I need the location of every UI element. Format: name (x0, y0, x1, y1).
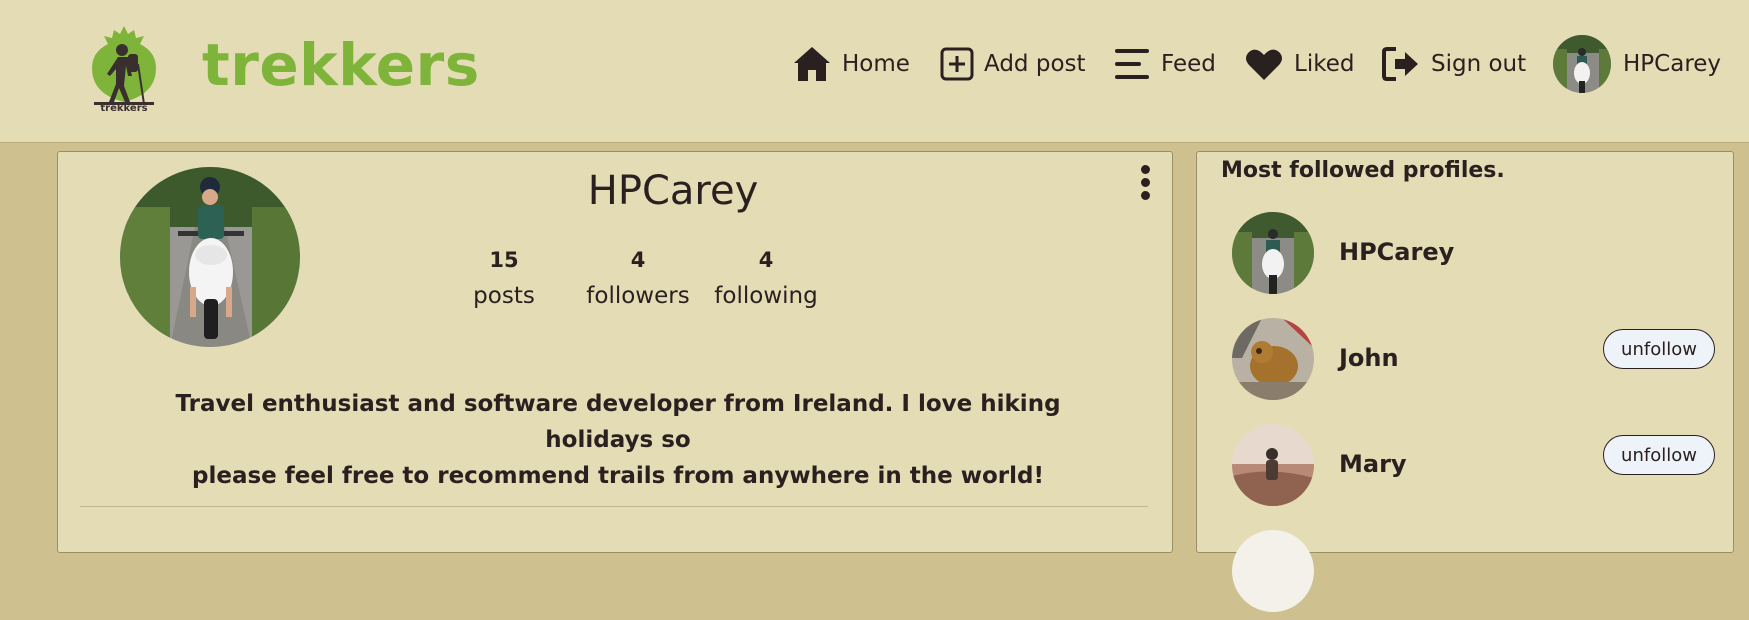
stat-posts: 15 posts (444, 242, 564, 314)
profile-bio-line-1: Travel enthusiast and software developer… (175, 391, 1061, 453)
profile-name[interactable]: Mary (1339, 450, 1407, 478)
user-avatar (1553, 35, 1611, 93)
profile-name[interactable]: John (1339, 344, 1399, 372)
nav-username: HPCarey (1623, 51, 1722, 77)
stat-following-label: following (714, 283, 818, 309)
avatar[interactable] (1232, 212, 1314, 294)
brand-name[interactable]: trekkers (202, 30, 480, 100)
home-icon (794, 47, 830, 81)
divider (80, 506, 1148, 507)
stat-following: 4 following (686, 242, 846, 314)
logo-caption: trekkers (100, 103, 148, 114)
nav-feed[interactable]: Feed (1113, 0, 1216, 128)
sign-out-icon (1382, 47, 1418, 81)
plus-square-icon (940, 47, 974, 81)
nav-user-profile[interactable]: HPCarey (1553, 0, 1721, 128)
avatar[interactable] (1232, 424, 1314, 506)
more-options-icon[interactable] (1138, 165, 1152, 205)
list-item: John unfollow (1197, 318, 1733, 408)
nav-feed-label: Feed (1161, 51, 1216, 77)
nav-liked[interactable]: Liked (1244, 0, 1354, 128)
nav-liked-label: Liked (1294, 51, 1355, 77)
profile-bio-line-2: please feel free to recommend trails fro… (192, 463, 1044, 489)
stat-posts-value: 15 (489, 248, 519, 272)
heart-icon (1246, 49, 1282, 80)
profile-username: HPCarey (587, 168, 759, 214)
list-item: Mary unfollow (1197, 424, 1733, 514)
profile-avatar (120, 167, 300, 347)
profile-card: HPCarey 15 posts 4 followers 4 following… (57, 151, 1173, 553)
profile-bio: Travel enthusiast and software developer… (118, 386, 1118, 494)
stat-following-value: 4 (758, 248, 774, 272)
avatar[interactable] (1232, 530, 1314, 612)
stat-posts-label: posts (473, 283, 535, 309)
profile-name[interactable]: HPCarey (1339, 238, 1454, 266)
list-item: HPCarey (1197, 212, 1733, 302)
nav-sign-out[interactable]: Sign out (1381, 0, 1526, 128)
unfollow-button[interactable]: unfollow (1603, 329, 1715, 369)
avatar[interactable] (1232, 318, 1314, 400)
most-followed-panel: Most followed profiles. HPCarey John unf… (1196, 151, 1734, 612)
nav-add-post[interactable]: Add post (940, 0, 1086, 128)
nav-home-label: Home (842, 51, 910, 77)
nav-sign-out-label: Sign out (1431, 51, 1527, 77)
nav-add-post-label: Add post (984, 51, 1086, 77)
list-item (1197, 530, 1733, 620)
top-navbar: trekkers trekkers Home Add post Feed Lik… (0, 0, 1749, 143)
bars-icon (1115, 49, 1149, 79)
panel-title: Most followed profiles. (1221, 158, 1505, 183)
nav-home[interactable]: Home (792, 0, 910, 128)
unfollow-button[interactable]: unfollow (1603, 435, 1715, 475)
